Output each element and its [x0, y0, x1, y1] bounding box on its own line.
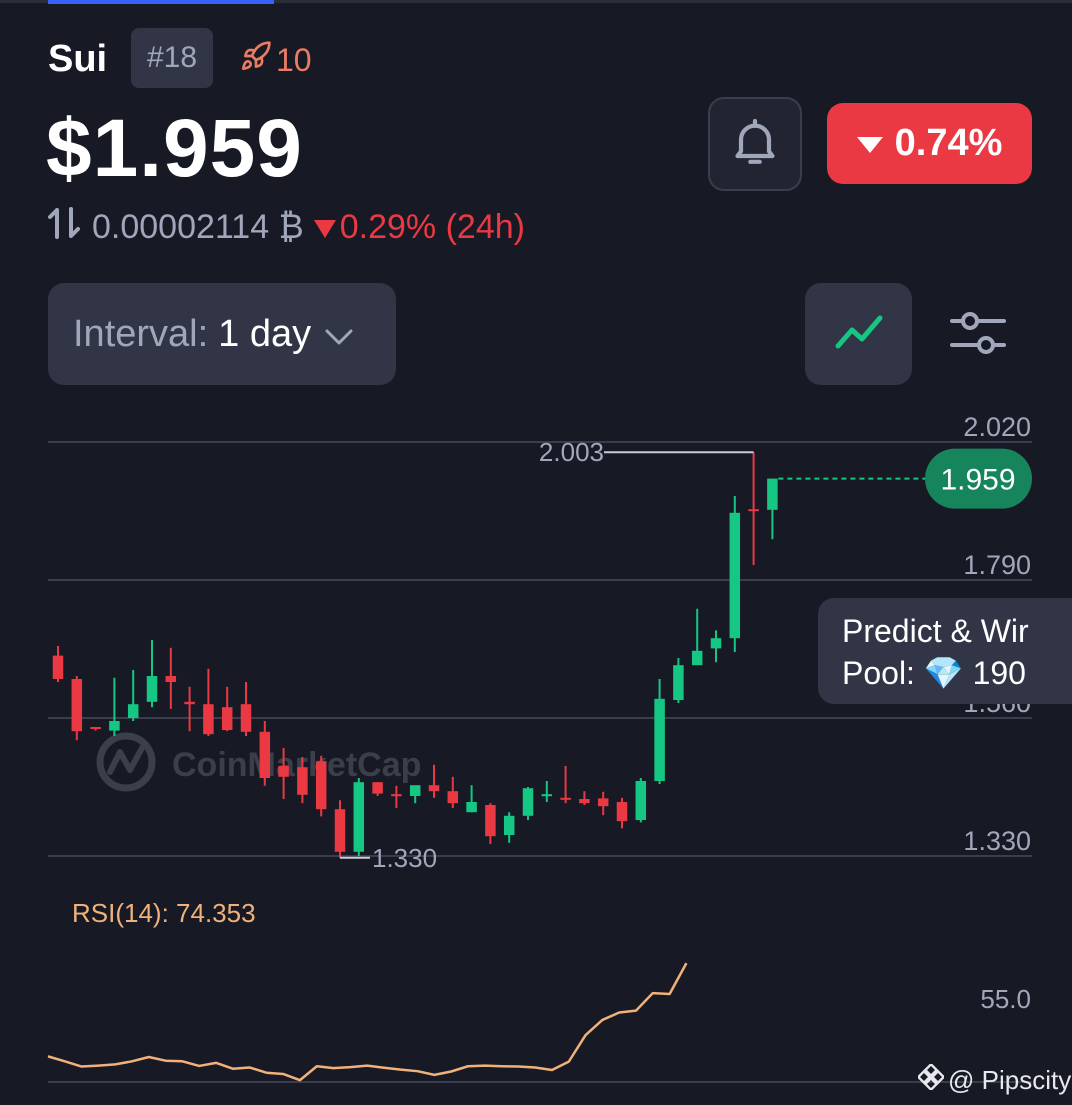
candle-body: [278, 766, 289, 777]
binance-icon: [916, 1062, 946, 1097]
candle-body: [729, 512, 741, 639]
triangle-down-icon: [313, 208, 336, 247]
candle-body: [673, 665, 684, 700]
candle-body: [522, 788, 534, 816]
watchlist-count[interactable]: 10: [240, 40, 312, 80]
candle-body: [127, 704, 139, 718]
candle-body: [109, 721, 120, 731]
current-price-tag-label: 1.959: [940, 464, 1015, 497]
candle-body: [466, 802, 477, 813]
candle-body: [409, 785, 421, 796]
candle-body: [315, 761, 327, 810]
triangle-down-icon: [856, 122, 883, 165]
btc-price-row: 0.00002114 ₿ 0.29% (24h): [48, 206, 525, 249]
candle-body: [635, 781, 647, 820]
credit-watermark: @ Pipscity: [916, 1062, 1072, 1097]
chart-settings-button[interactable]: [946, 305, 1010, 365]
candle-body: [748, 509, 759, 512]
coin-name: Sui: [48, 38, 108, 80]
candle-body: [503, 815, 515, 835]
candle-body: [184, 701, 195, 705]
rsi-axis-label: 55.0: [980, 984, 1031, 1014]
candle-body: [334, 809, 346, 852]
predict-title: Predict & Wir: [842, 613, 1029, 649]
candle-body: [541, 794, 553, 797]
candle-body: [691, 650, 703, 666]
price-axis-label: 1.790: [963, 550, 1031, 580]
rank-badge: #18: [131, 28, 213, 88]
watchlist-count-label: 10: [276, 41, 312, 78]
candle-body: [146, 676, 158, 702]
candle-body: [428, 785, 440, 792]
price-chart[interactable]: 2.0201.7901.5601.330 CoinMarketCap 2.003…: [0, 400, 1072, 1105]
line-chart-toggle[interactable]: [805, 283, 912, 385]
rsi-label: RSI(14): 74.353: [72, 898, 256, 928]
candle-body: [297, 767, 308, 795]
candle-body: [560, 797, 571, 800]
candle-body: [240, 704, 252, 732]
high-price-label: 2.003: [539, 437, 604, 467]
candle-body: [372, 782, 383, 794]
line-chart-icon: [835, 314, 883, 355]
arrows-exchange-icon: [48, 206, 80, 249]
candle-body: [353, 782, 365, 852]
rsi-line: [47, 962, 688, 1082]
sliders-icon: [950, 308, 1006, 363]
candle-body: [90, 727, 101, 729]
price-change-value: 0.74%: [894, 122, 1003, 164]
candle-body: [221, 707, 233, 730]
candle-body: [165, 676, 177, 682]
price-axis-label: 1.330: [963, 826, 1031, 856]
current-price: $1.959: [46, 103, 303, 194]
candle-body: [447, 791, 459, 804]
btc-price: 0.00002114 ₿: [92, 208, 304, 246]
candle-body: [391, 794, 402, 797]
predict-win-popup[interactable]: Predict & Wir Pool: 💎 190: [818, 598, 1072, 704]
interval-label: Interval:: [73, 312, 209, 355]
chevron-down-icon: [325, 313, 353, 356]
bell-icon: [727, 114, 783, 175]
btc-change: 0.29% (24h): [339, 208, 525, 246]
price-axis-label: 2.020: [963, 412, 1031, 442]
candle-body: [259, 731, 271, 778]
predict-pool: Pool: 💎 190: [842, 655, 1026, 691]
candle-body: [579, 799, 590, 804]
credit-text: @ Pipscity: [948, 1065, 1072, 1095]
watermark-logo-text: CoinMarketCap: [172, 746, 421, 784]
active-tab-indicator: [48, 0, 274, 4]
price-change-badge: 0.74%: [827, 103, 1032, 184]
candle-body: [485, 805, 496, 837]
candle-body: [203, 704, 214, 735]
low-price-label: 1.330: [372, 843, 437, 873]
candle-body: [654, 698, 665, 781]
interval-value: 1 day: [218, 312, 312, 355]
interval-dropdown[interactable]: Interval: 1 day: [48, 283, 396, 385]
candle-body: [597, 798, 609, 807]
candle-body: [52, 655, 64, 679]
candle-body: [710, 638, 722, 649]
candle-body: [71, 679, 83, 732]
candle-body: [616, 802, 628, 822]
price-alert-button[interactable]: [708, 97, 802, 191]
rocket-icon: [240, 40, 272, 80]
candle-body: [767, 478, 778, 510]
